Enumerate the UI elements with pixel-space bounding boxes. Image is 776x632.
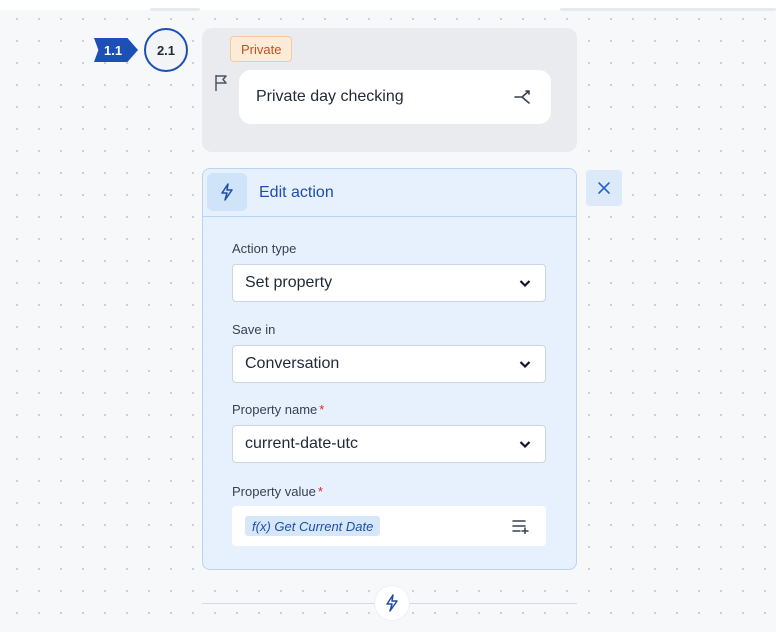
add-action-button[interactable] xyxy=(375,586,409,620)
parent-node-badge[interactable]: 1.1 xyxy=(94,38,138,62)
private-tag: Private xyxy=(230,36,293,62)
action-type-select[interactable]: Set property xyxy=(232,264,546,302)
action-title: Edit action xyxy=(259,184,334,201)
step-title: Private day checking xyxy=(256,88,404,105)
required-mark: * xyxy=(317,484,323,499)
close-icon xyxy=(598,182,610,194)
step-card[interactable]: Private Private day checking xyxy=(202,28,577,152)
chevron-down-icon xyxy=(519,361,531,369)
function-chip[interactable]: f(x) Get Current Date xyxy=(245,516,381,536)
bolt-icon xyxy=(386,594,398,612)
branch-icon[interactable] xyxy=(513,87,533,107)
save-in-value: Conversation xyxy=(245,355,340,372)
list-add-icon[interactable] xyxy=(512,518,530,534)
save-in-label: Save in xyxy=(232,322,276,337)
top-bar-segment xyxy=(560,8,776,11)
property-name-select[interactable]: current-date-utc xyxy=(232,425,546,463)
step-title-field[interactable]: Private day checking xyxy=(239,70,551,124)
property-value-label: Property value * xyxy=(232,484,323,499)
action-header: Edit action xyxy=(203,169,576,217)
chevron-down-icon xyxy=(519,441,531,449)
property-name-value: current-date-utc xyxy=(245,435,358,452)
required-mark: * xyxy=(319,402,325,417)
current-node-badge[interactable]: 2.1 xyxy=(144,28,188,72)
property-value-label-text: Property value xyxy=(232,484,316,499)
property-name-label: Property name * xyxy=(232,402,324,417)
flag-icon xyxy=(215,75,227,91)
edit-action-card: Edit action Action type Set property Sav… xyxy=(202,168,577,570)
close-button[interactable] xyxy=(586,170,622,206)
canvas-top-bar xyxy=(0,0,776,11)
bolt-icon xyxy=(207,173,247,211)
action-type-value: Set property xyxy=(245,274,333,291)
property-value-field[interactable]: f(x) Get Current Date xyxy=(232,506,546,546)
chevron-down-icon xyxy=(519,280,531,288)
save-in-select[interactable]: Conversation xyxy=(232,345,546,383)
action-type-label: Action type xyxy=(232,241,297,256)
property-name-label-text: Property name xyxy=(232,402,318,417)
top-bar-segment xyxy=(150,8,200,11)
